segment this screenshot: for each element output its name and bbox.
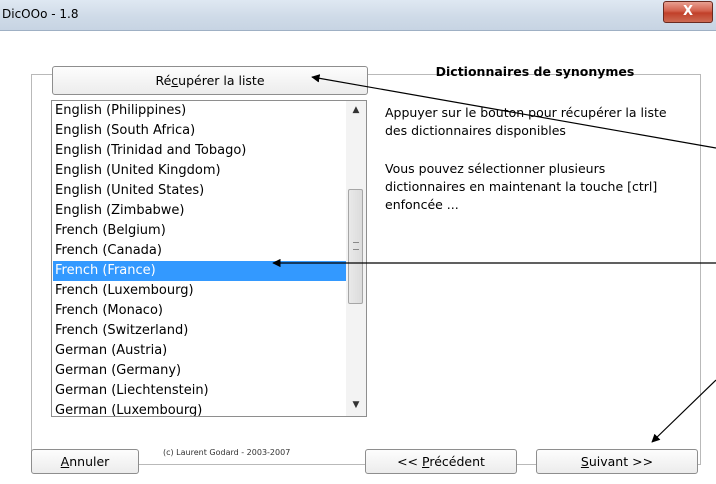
list-item[interactable]: German (Austria) [53, 341, 347, 361]
dictionary-listbox[interactable]: English (Philippines) English (South Afri… [51, 100, 367, 417]
previous-label-post: récédent [429, 454, 485, 469]
next-button[interactable]: Suivant >> [536, 449, 698, 474]
list-item[interactable]: French (Monaco) [53, 301, 347, 321]
next-label-accel: S [580, 454, 589, 469]
list-item[interactable]: English (Philippines) [53, 101, 347, 121]
next-label-post: uivant >> [588, 454, 654, 469]
retrieve-list-label-pre: Ré [155, 73, 172, 88]
previous-button[interactable]: << Précédent [365, 449, 517, 474]
list-item[interactable]: German (Luxembourg) [53, 401, 347, 416]
scroll-thumb[interactable] [348, 189, 363, 304]
list-scrollbar[interactable]: ▲ ▼ [346, 101, 366, 416]
info-line-2: des dictionnaires disponibles [385, 123, 566, 138]
info-line-3: Vous pouvez sélectionner plusieurs [385, 161, 606, 176]
list-item[interactable]: English (United States) [53, 181, 347, 201]
list-item[interactable]: French (Switzerland) [53, 321, 347, 341]
list-item[interactable]: English (Zimbabwe) [53, 201, 347, 221]
list-item[interactable]: English (South Africa) [53, 121, 347, 141]
window-title: DicOOo - 1.8 [2, 7, 79, 21]
thumb-grip-icon [353, 242, 359, 250]
list-item[interactable]: German (Germany) [53, 361, 347, 381]
retrieve-list-label-post: upérer la liste [178, 73, 265, 88]
list-item[interactable]: French (France) [53, 261, 347, 281]
title-bar: DicOOo - 1.8 X [0, 0, 716, 31]
cancel-label-accel: A [60, 454, 70, 469]
list-item[interactable]: French (Belgium) [53, 221, 347, 241]
retrieve-list-button[interactable]: Récupérer la liste [52, 66, 368, 95]
previous-label-pre: << [397, 454, 422, 469]
info-line-5: enfoncée ... [385, 197, 459, 212]
info-line-1: Appuyer sur le bouton pour récupérer la … [385, 105, 667, 120]
list-item[interactable]: French (Canada) [53, 241, 347, 261]
close-icon: X [682, 4, 694, 19]
scroll-up-icon[interactable]: ▲ [346, 102, 366, 119]
cancel-label-post: nnuler [69, 454, 110, 469]
cancel-button[interactable]: Annuler [31, 449, 139, 474]
scroll-down-icon[interactable]: ▼ [346, 397, 366, 414]
copyright-text: (c) Laurent Godard - 2003-2007 [163, 448, 291, 457]
info-line-4: dictionnaires en maintenant la touche [c… [385, 179, 658, 194]
close-button[interactable]: X [663, 1, 713, 23]
list-item[interactable]: English (Trinidad and Tobago) [53, 141, 347, 161]
list-item[interactable]: French (Luxembourg) [53, 281, 347, 301]
list-item[interactable]: German (Liechtenstein) [53, 381, 347, 401]
panel-heading: Dictionnaires de synonymes [435, 64, 635, 79]
list-item[interactable]: English (United Kingdom) [53, 161, 347, 181]
